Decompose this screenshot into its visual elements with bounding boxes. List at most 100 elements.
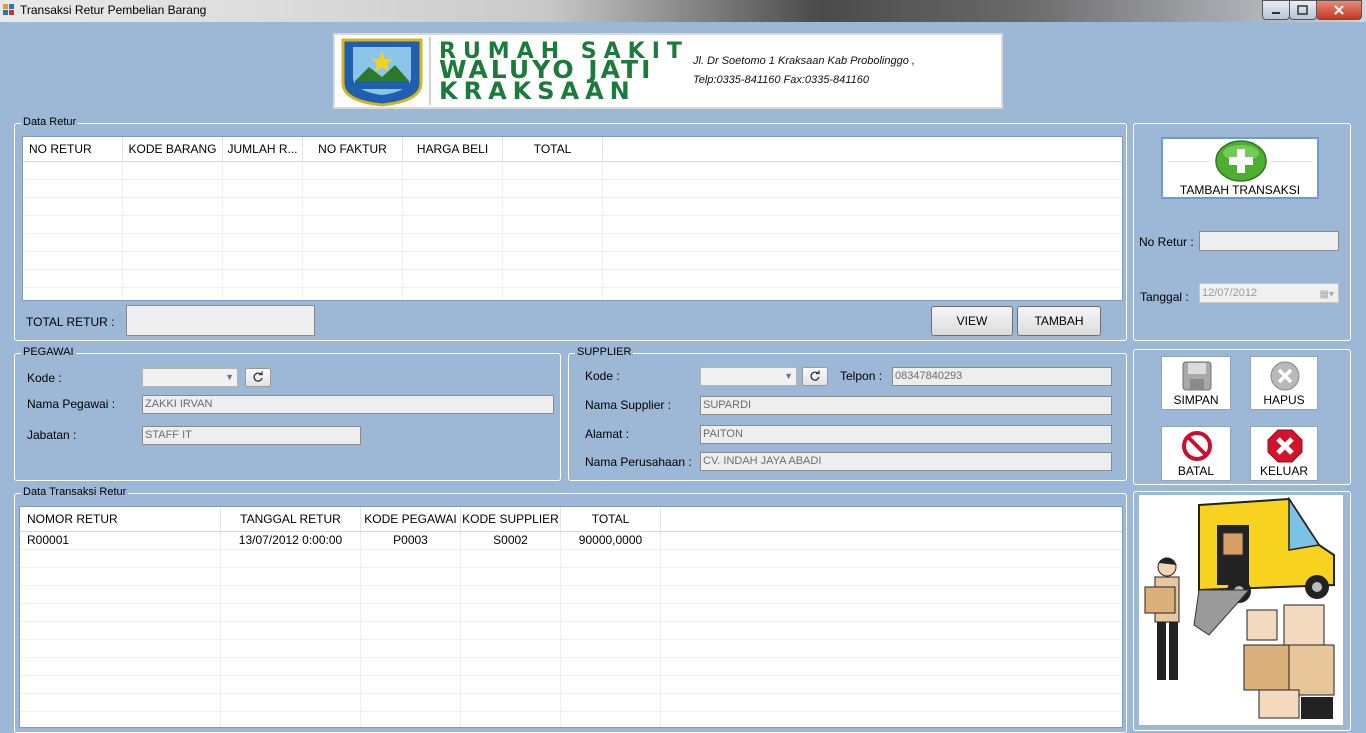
column-header[interactable]: NO FAKTUR [303,137,403,161]
view-button[interactable]: VIEW [931,306,1013,336]
delivery-illustration [1139,495,1343,725]
empty-row [23,180,1122,198]
chevron-down-icon: ▼ [784,371,793,381]
minimize-icon [1272,12,1280,14]
column-header[interactable]: KODE BARANG [123,137,223,161]
simpan-label: SIMPAN [1173,393,1219,407]
column-header[interactable]: HARGA BELI [403,137,503,161]
empty-row [20,586,1122,604]
batal-button[interactable]: BATAL [1161,426,1231,481]
empty-row [23,198,1122,216]
transaksi-control-group: TAMBAH TRANSAKSI No Retur : Tanggal : 12… [1133,123,1351,341]
empty-row [20,676,1122,694]
no-retur-label: No Retur : [1139,235,1194,249]
telpon-field[interactable]: 08347840293 [892,367,1112,386]
refresh-icon [810,370,820,381]
empty-row [23,216,1122,234]
tanggal-retur-cell: 13/07/2012 0:00:00 [221,532,361,549]
maximize-button[interactable] [1289,0,1317,20]
hospital-header: RUMAH SAKIT WALUYO JATI KRAKSAAN Jl. Dr … [333,33,1003,109]
close-icon [1334,5,1344,15]
chevron-down-icon: ▼ [225,372,234,382]
keluar-button[interactable]: KELUAR [1250,426,1318,481]
nama-perusahaan-label: Nama Perusahaan : [585,455,692,469]
table-row[interactable]: R00001 13/07/2012 0:00:00 P0003 S0002 90… [20,532,1122,550]
pegawai-refresh-button[interactable] [245,368,271,387]
nama-supplier-field[interactable]: SUPARDI [700,396,1112,415]
nama-pegawai-field[interactable]: ZAKKI IRVAN [142,395,554,414]
total-cell: 90000,0000 [561,532,661,549]
pegawai-kode-label: Kode : [27,371,62,385]
alamat-label: Alamat : [585,427,630,441]
simpan-button[interactable]: SIMPAN [1161,356,1231,410]
title-bar: Transaksi Retur Pembelian Barang [0,0,1366,22]
empty-row [20,604,1122,622]
transaksi-grid[interactable]: NOMOR RETUR TANGGAL RETUR KODE PEGAWAI K… [19,506,1123,728]
hapus-button[interactable]: HAPUS [1250,356,1318,410]
batal-label: BATAL [1177,464,1215,478]
hapus-label: HAPUS [1263,393,1305,407]
refresh-icon [253,371,263,382]
total-retur-field[interactable] [126,305,315,336]
tambah-transaksi-button[interactable]: TAMBAH TRANSAKSI [1161,137,1319,199]
action-button-group: SIMPAN HAPUS BATAL KELUAR [1133,349,1351,485]
cancel-icon [1182,431,1212,461]
telpon-label: Telpon : [840,369,883,383]
supplier-title: SUPPLIER [575,346,634,358]
transaksi-grid-header: NOMOR RETUR TANGGAL RETUR KODE PEGAWAI K… [20,507,1122,532]
empty-row [23,270,1122,288]
data-retur-group: Data Retur NO RETUR KODE BARANG JUMLAH R… [14,116,1127,341]
jabatan-field[interactable]: STAFF IT [142,426,361,445]
empty-row [20,640,1122,658]
exit-icon [1267,429,1303,463]
alamat-field[interactable]: PAITON [700,425,1112,444]
close-button[interactable] [1316,0,1362,20]
column-header[interactable]: JUMLAH R... [223,137,303,161]
empty-row [20,712,1122,727]
tanggal-picker[interactable]: 12/07/2012 ▦▾ [1199,283,1339,303]
pegawai-kode-combo[interactable]: ▼ [142,368,238,387]
maximize-icon [1297,5,1308,15]
tambah-button[interactable]: TAMBAH [1017,306,1101,336]
column-header[interactable]: KODE SUPPLIER [461,507,561,531]
kode-pegawai-cell: P0003 [361,532,461,549]
empty-row [23,288,1122,300]
retur-grid-header: NO RETUR KODE BARANG JUMLAH R... NO FAKT… [23,137,1122,162]
empty-row [23,234,1122,252]
retur-detail-grid[interactable]: NO RETUR KODE BARANG JUMLAH R... NO FAKT… [22,136,1123,301]
jabatan-label: Jabatan : [27,428,77,442]
hospital-name-line3: KRAKSAAN [439,77,636,105]
tanggal-label: Tanggal : [1140,290,1189,304]
column-header[interactable]: NOMOR RETUR [20,507,221,531]
keluar-label: KELUAR [1259,464,1309,478]
minimize-button[interactable] [1262,0,1290,20]
retur-grid-body [23,162,1122,300]
nama-pegawai-label: Nama Pegawai : [27,397,116,411]
calendar-icon: ▦▾ [1319,289,1334,300]
column-header[interactable]: TANGGAL RETUR [221,507,361,531]
tambah-transaksi-label: TAMBAH TRANSAKSI [1179,183,1301,197]
column-header[interactable]: KODE PEGAWAI [361,507,461,531]
illustration-frame [1133,491,1351,731]
empty-row [20,550,1122,568]
empty-row [23,252,1122,270]
column-header[interactable]: NO RETUR [23,137,123,161]
supplier-refresh-button[interactable] [802,367,828,386]
nama-perusahaan-field[interactable]: CV. INDAH JAYA ABADI [700,452,1112,471]
hospital-address: Jl. Dr Soetomo 1 Kraksaan Kab Probolingg… [693,55,915,67]
column-header[interactable]: TOTAL [561,507,661,531]
empty-row [23,162,1122,180]
supplier-kode-combo[interactable]: ▼ [700,367,797,386]
empty-row [20,568,1122,586]
save-icon [1182,361,1212,391]
tanggal-value: 12/07/2012 [1202,287,1258,299]
data-transaksi-group: Data Transaksi Retur NOMOR RETUR TANGGAL… [14,486,1127,733]
pegawai-title: PEGAWAI [21,346,76,358]
delete-icon [1270,361,1300,391]
no-retur-field[interactable] [1199,231,1339,251]
hospital-phone: Telp:0335-841160 Fax:0335-841160 [693,74,869,86]
emblem-icon [341,38,423,107]
column-header[interactable]: TOTAL [503,137,603,161]
window-title: Transaksi Retur Pembelian Barang [20,3,207,17]
transaksi-grid-body [20,550,1122,727]
